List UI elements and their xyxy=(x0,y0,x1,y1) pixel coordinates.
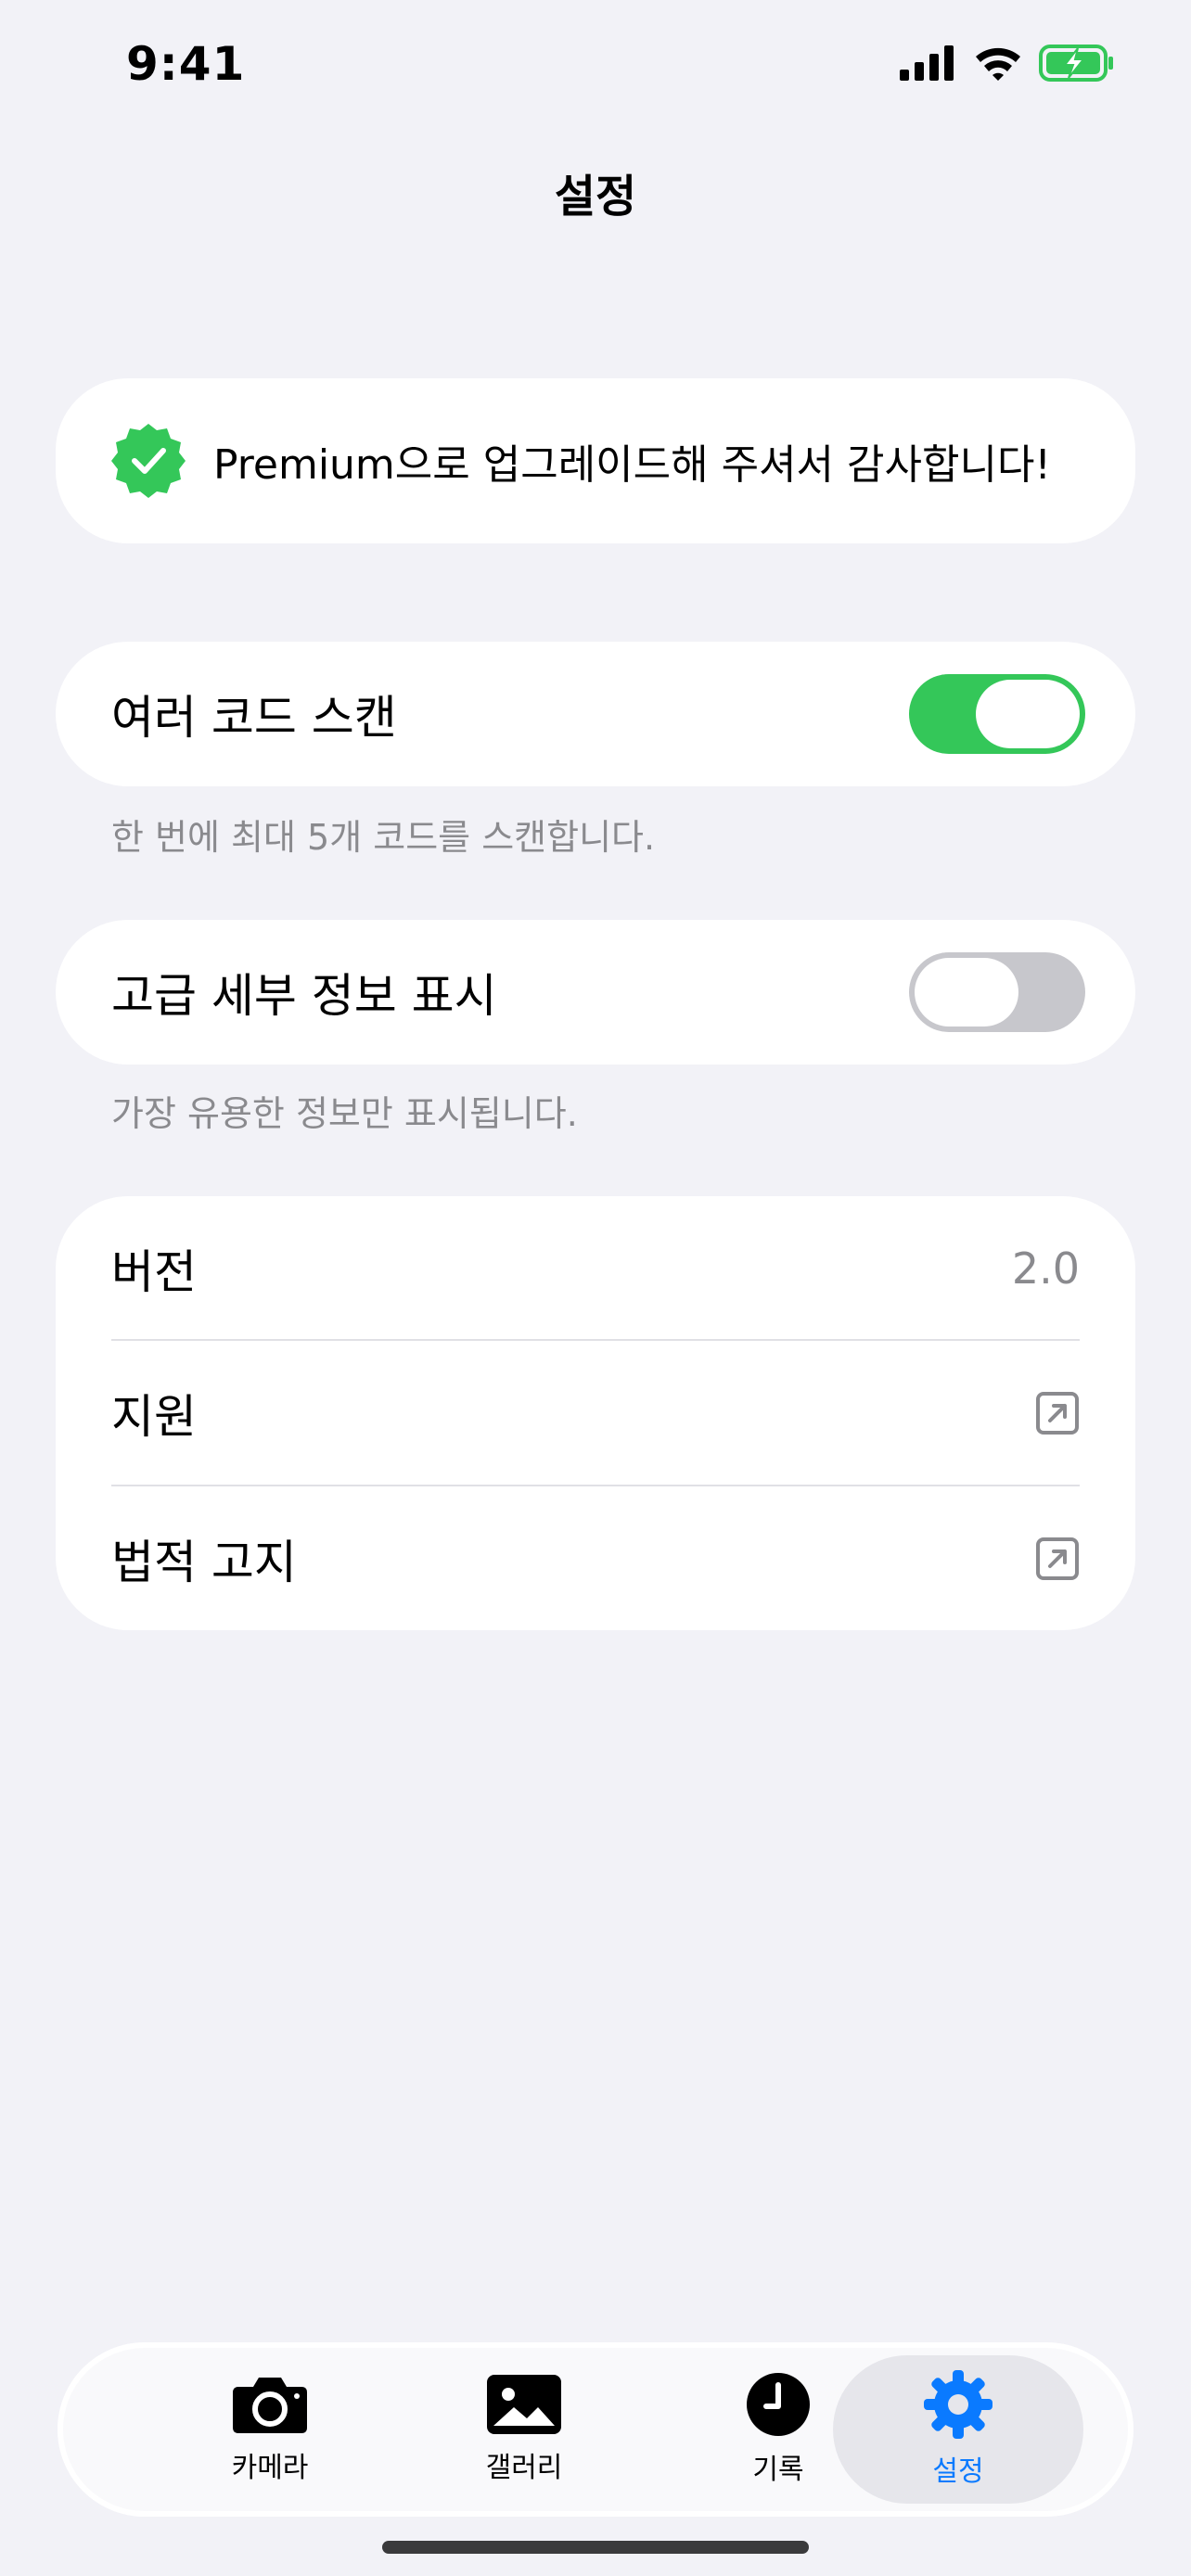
toggle-knob xyxy=(915,958,1018,1027)
tab-settings[interactable]: 설정 xyxy=(833,2355,1083,2504)
page-title: 설정 xyxy=(554,171,637,223)
legal-notice-row[interactable]: 법적 고지 xyxy=(111,1486,1080,1631)
multi-scan-footnote: 한 번에 최대 5개 코드를 스캔합니다. xyxy=(111,817,656,858)
toggle-knob xyxy=(976,680,1080,748)
info-list-card: 버전 2.0 지원 법적 고지 xyxy=(56,1196,1135,1630)
gear-icon xyxy=(924,2370,992,2439)
status-time: 9:41 xyxy=(126,37,246,91)
advanced-details-label: 고급 세부 정보 표시 xyxy=(111,969,497,1023)
version-value: 2.0 xyxy=(1011,1243,1080,1294)
multi-scan-label: 여러 코드 스캔 xyxy=(111,691,397,745)
tab-label: 갤러리 xyxy=(485,2452,563,2484)
external-link-icon xyxy=(1036,1392,1079,1435)
tab-gallery[interactable]: 갤러리 xyxy=(399,2342,649,2517)
premium-status-card: Premium으로 업그레이드해 주셔서 감사합니다! xyxy=(56,378,1135,543)
tab-label: 기록 xyxy=(752,2454,804,2486)
wifi-icon xyxy=(976,47,1020,81)
verified-badge-icon xyxy=(111,424,186,498)
multi-scan-toggle[interactable] xyxy=(909,674,1085,754)
tab-label: 설정 xyxy=(932,2455,984,2488)
cellular-signal-icon xyxy=(900,45,954,81)
legal-notice-label: 법적 고지 xyxy=(111,1536,297,1589)
advanced-details-setting: 고급 세부 정보 표시 xyxy=(56,920,1135,1065)
multi-scan-setting: 여러 코드 스캔 xyxy=(56,642,1135,786)
tab-bar: 카메라 갤러리 기록 설정 xyxy=(58,2342,1133,2517)
advanced-details-toggle[interactable] xyxy=(909,952,1085,1032)
tab-camera[interactable]: 카메라 xyxy=(145,2342,395,2517)
advanced-details-footnote: 가장 유용한 정보만 표시됩니다. xyxy=(111,1093,578,1134)
external-link-icon xyxy=(1036,1537,1079,1580)
support-row[interactable]: 지원 xyxy=(111,1341,1080,1486)
camera-icon xyxy=(233,2378,307,2433)
support-label: 지원 xyxy=(111,1390,197,1444)
settings-screen: 9:41 설정 Premium으로 업그레이드해 주셔서 감사합니다! 여러 코… xyxy=(0,0,1191,2576)
premium-thanks-text: Premium으로 업그레이드해 주셔서 감사합니다! xyxy=(213,441,1052,489)
home-indicator xyxy=(382,2541,809,2554)
tab-label: 카메라 xyxy=(231,2452,309,2484)
version-row: 버전 2.0 xyxy=(111,1196,1080,1341)
photo-icon xyxy=(487,2375,561,2434)
version-label: 버전 xyxy=(111,1245,197,1299)
status-icons xyxy=(900,45,1115,82)
battery-charging-icon xyxy=(1039,45,1113,82)
clock-icon xyxy=(747,2373,810,2436)
